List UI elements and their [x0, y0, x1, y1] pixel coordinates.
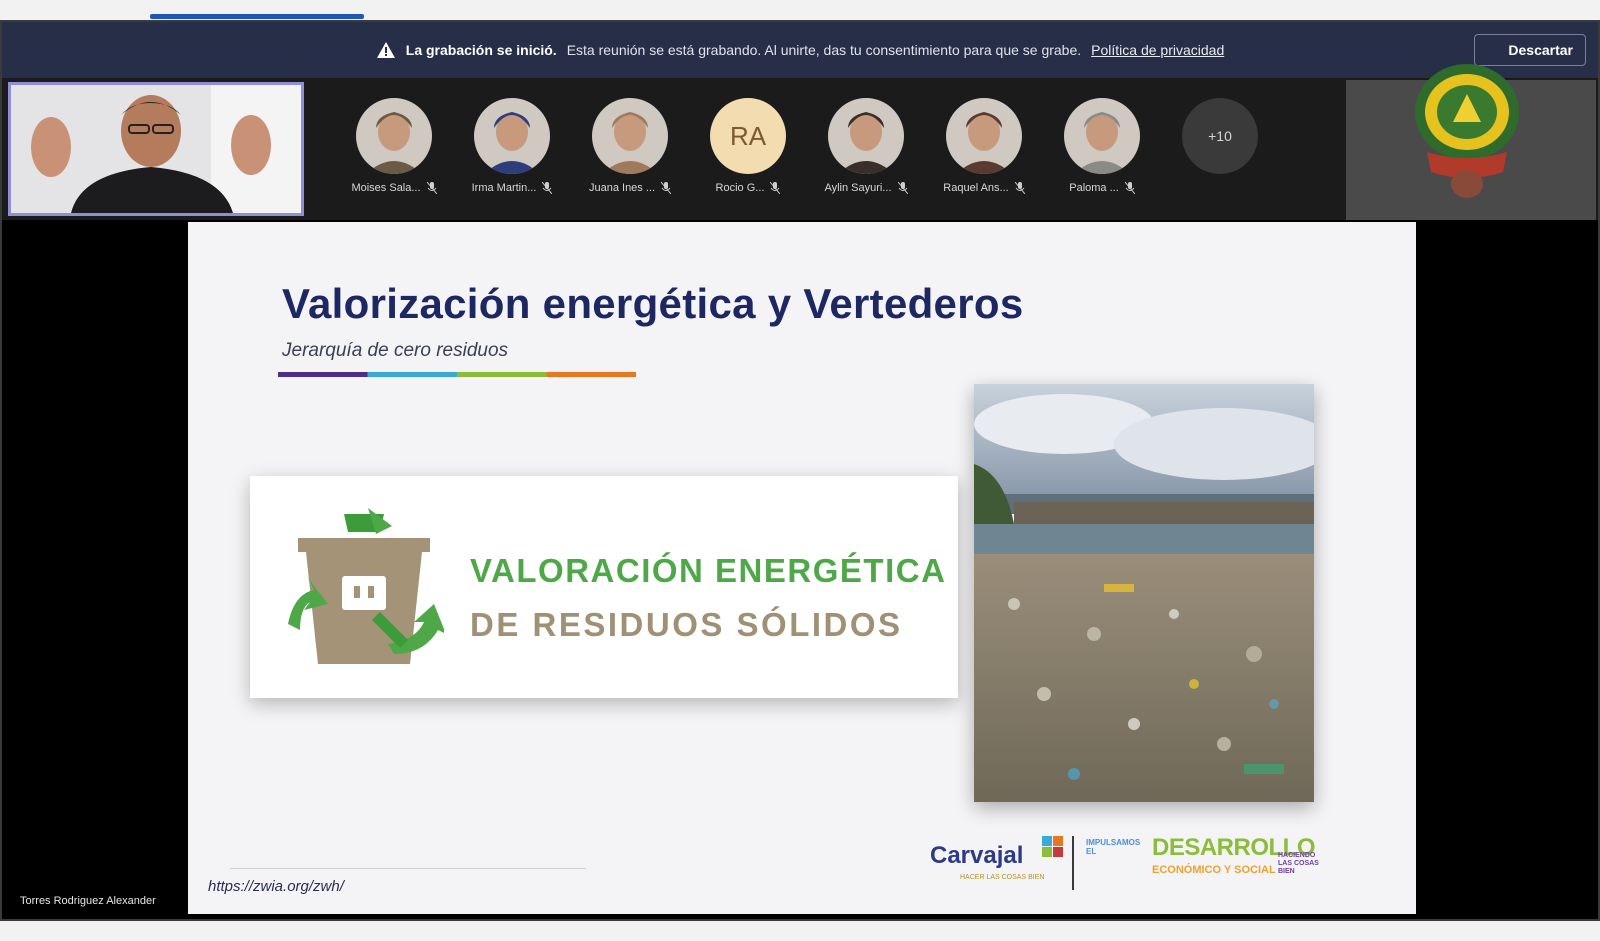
carvajal-tagline: HACER LAS COSAS BIEN [960, 874, 1045, 881]
participant-item[interactable]: RA Rocio G... [708, 98, 788, 194]
teams-meeting-window: La grabación se inició. Esta reunión se … [0, 0, 1600, 941]
participant-name: Paloma ... [1069, 182, 1119, 194]
participant-item[interactable]: Moises Sala... [351, 98, 437, 194]
more-participants-count: +10 [1182, 98, 1258, 174]
presentation-slide: Valorización energética y Vertederos Jer… [188, 222, 1416, 914]
shared-content-area: Valorización energética y Vertederos Jer… [2, 220, 1598, 919]
source-url: https://zwia.org/zwh/ [208, 878, 344, 895]
participant-avatar [1064, 98, 1140, 174]
recording-title: La grabación se inició. [405, 42, 557, 58]
recording-message: Esta reunión se está grabando. Al unirte… [566, 42, 1082, 58]
participant-item[interactable]: Irma Martin... [472, 98, 553, 194]
participant-name-row: Aylin Sayuri... [824, 182, 908, 194]
waste-energy-banner: VALORACIÓN ENERGÉTICA DE RESIDUOS SÓLIDO… [250, 476, 958, 698]
active-speaker-video[interactable] [8, 82, 304, 216]
participant-avatar [946, 98, 1022, 174]
recording-banner: La grabación se inició. Esta reunión se … [2, 22, 1598, 78]
avatar-photo [828, 98, 904, 174]
participant-name: Aylin Sayuri... [824, 182, 892, 194]
logo-divider [1072, 836, 1074, 890]
recycling-bin-icon [288, 508, 444, 664]
participant-avatar: RA [710, 98, 786, 174]
muted-mic-icon [897, 182, 908, 194]
muted-mic-icon [426, 182, 437, 194]
participant-list: Moises Sala... Irma Martin... Juana Ines .… [351, 98, 1260, 194]
participant-name-row: Irma Martin... [472, 182, 553, 194]
carvajal-mark-icon [1042, 836, 1063, 857]
privacy-link[interactable]: Política de privacidad [1091, 42, 1224, 58]
active-tab-indicator [150, 14, 364, 19]
speaker-name-label: Torres Rodriguez Alexander [20, 895, 156, 907]
participant-name: Irma Martin... [471, 182, 537, 194]
participant-name-row: Moises Sala... [351, 182, 437, 194]
avatar-photo [356, 98, 432, 174]
dismiss-label: Descartar [1508, 42, 1573, 58]
university-crest-logo [1415, 64, 1519, 198]
participant-name-row: Raquel Ans... [943, 182, 1025, 194]
participant-name-row: Paloma ... [1069, 182, 1135, 194]
avatar-photo [946, 98, 1022, 174]
footer-divider-line [230, 868, 586, 869]
participant-strip: Moises Sala... Irma Martin... Juana Ines .… [2, 78, 1598, 220]
slide-subtitle: Jerarquía de cero residuos [282, 340, 509, 361]
meeting-stage: La grabación se inició. Esta reunión se … [0, 20, 1600, 921]
participant-name: Raquel Ans... [943, 182, 1009, 194]
participant-item[interactable]: Paloma ... [1062, 98, 1142, 194]
participant-avatar [828, 98, 904, 174]
avatar-photo [592, 98, 668, 174]
participant-avatar [474, 98, 550, 174]
slide-title: Valorización energética y Vertederos [282, 280, 1024, 327]
muted-mic-icon [1014, 182, 1025, 194]
development-logo-subtitle: ECONÓMICO Y SOCIAL [1152, 864, 1276, 876]
participant-name: Juana Ines ... [588, 182, 656, 194]
muted-mic-icon [542, 182, 553, 194]
participant-name-row: Juana Ines ... [588, 182, 672, 194]
muted-mic-icon [1124, 182, 1135, 194]
participant-avatar [356, 98, 432, 174]
participant-item[interactable]: Raquel Ans... [943, 98, 1025, 194]
development-logo-tagline: HACIENDO LAS COSAS BIEN [1278, 852, 1319, 875]
banner-line-1: VALORACIÓN ENERGÉTICA [470, 552, 947, 589]
participant-name: Moises Sala... [351, 182, 421, 194]
avatar-photo [1064, 98, 1140, 174]
development-logo-prefix: IMPULSAMOS EL [1086, 838, 1141, 856]
sponsor-logos: Carvajal HACER LAS COSAS BIEN IMPULSAMOS… [908, 830, 1328, 894]
muted-mic-icon [661, 182, 672, 194]
muted-mic-icon [770, 182, 781, 194]
participant-name-row: Rocio G... [716, 182, 781, 194]
participant-avatar [592, 98, 668, 174]
participant-name: Rocio G... [715, 182, 765, 194]
speaker-video-feed [11, 85, 301, 213]
carvajal-logo: Carvajal [930, 842, 1024, 869]
warning-icon [376, 42, 395, 58]
banner-line-2: DE RESIDUOS SÓLIDOS [470, 606, 903, 643]
avatar-photo [474, 98, 550, 174]
more-participants-button[interactable]: +10 [1180, 98, 1260, 194]
color-underline [278, 372, 636, 377]
participant-item[interactable]: Aylin Sayuri... [824, 98, 908, 194]
participant-item[interactable]: Juana Ines ... [588, 98, 672, 194]
polluted-river-photo [974, 384, 1314, 802]
